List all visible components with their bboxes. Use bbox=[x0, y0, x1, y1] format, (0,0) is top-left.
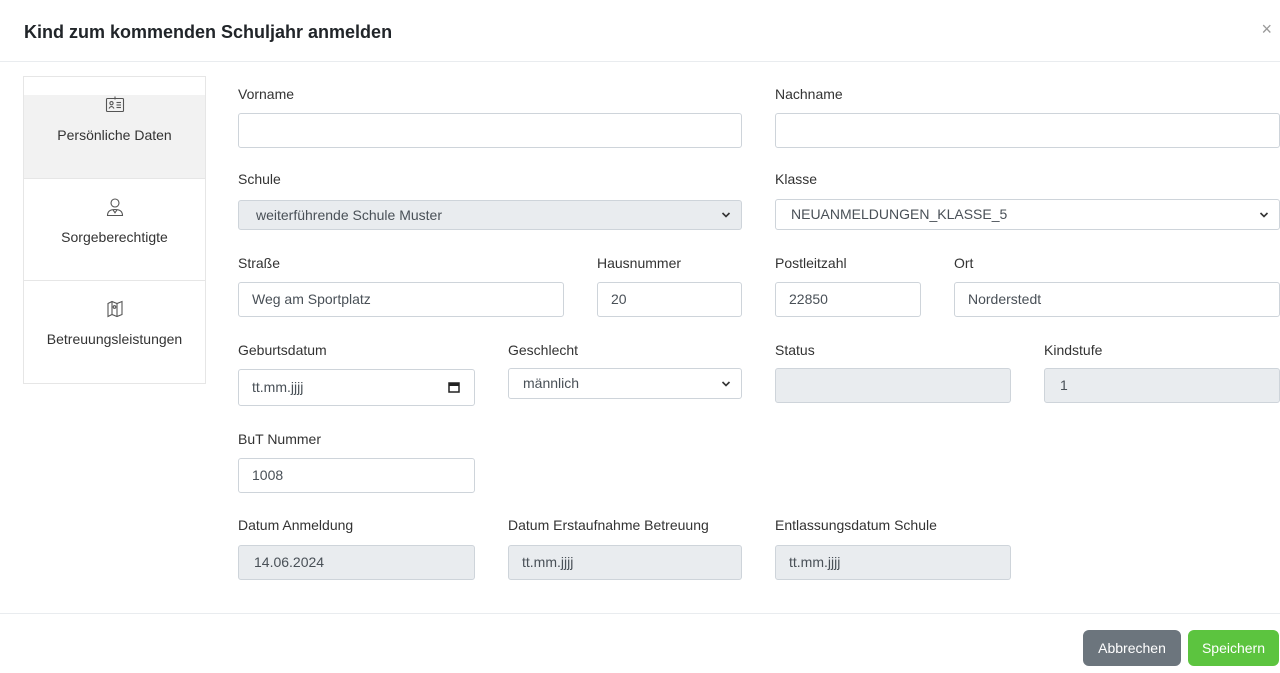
nachname-input[interactable] bbox=[775, 113, 1280, 148]
kindstufe-input: 1 bbox=[1044, 368, 1280, 403]
strasse-label: Straße bbox=[238, 255, 281, 271]
plz-label: Postleitzahl bbox=[775, 255, 847, 271]
id-card-icon bbox=[105, 96, 124, 113]
calendar-icon[interactable] bbox=[448, 381, 460, 393]
geschlecht-value: männlich bbox=[523, 375, 580, 391]
dialog-title: Kind zum kommenden Schuljahr anmelden bbox=[24, 22, 393, 42]
dialog-header: Kind zum kommenden Schuljahr anmelden × bbox=[0, 0, 1280, 62]
anmeldung-label: Datum Anmeldung bbox=[238, 517, 354, 533]
cancel-button[interactable]: Abbrechen bbox=[1083, 630, 1181, 666]
hausnummer-label: Hausnummer bbox=[597, 255, 682, 271]
person-icon bbox=[106, 198, 123, 217]
geschlecht-label: Geschlecht bbox=[508, 342, 579, 358]
vorname-label: Vorname bbox=[238, 86, 295, 102]
kindstufe-label: Kindstufe bbox=[1044, 342, 1103, 358]
plz-input[interactable]: 22850 bbox=[775, 282, 921, 317]
klasse-select[interactable]: NEUANMELDUNGEN_KLASSE_5 bbox=[775, 199, 1280, 230]
entlassung-label: Entlassungsdatum Schule bbox=[775, 517, 937, 533]
klasse-value: NEUANMELDUNGEN_KLASSE_5 bbox=[791, 206, 1008, 222]
klasse-label: Klasse bbox=[775, 171, 818, 187]
geschlecht-select[interactable]: männlich bbox=[508, 368, 742, 399]
footer-divider bbox=[0, 613, 1280, 614]
map-icon bbox=[106, 300, 123, 318]
side-nav: Persönliche Daten Sorgeberechtigte Betre… bbox=[23, 76, 206, 384]
vorname-input[interactable] bbox=[238, 113, 742, 148]
nachname-label: Nachname bbox=[775, 86, 843, 102]
geburtsdatum-input[interactable]: tt.mm.jjjj bbox=[238, 369, 475, 406]
nav-item-persoenliche-daten[interactable]: Persönliche Daten bbox=[24, 95, 205, 179]
schule-select[interactable]: weiterführende Schule Muster bbox=[238, 200, 742, 230]
erstaufnahme-label: Datum Erstaufnahme Betreuung bbox=[508, 517, 709, 533]
entlassung-input: tt.mm.jjjj bbox=[775, 545, 1011, 580]
status-input bbox=[775, 368, 1011, 403]
ort-input[interactable]: Norderstedt bbox=[954, 282, 1280, 317]
geburtsdatum-label: Geburtsdatum bbox=[238, 342, 327, 358]
nav-item-betreuungsleistungen[interactable]: Betreuungsleistungen bbox=[24, 299, 205, 383]
erstaufnahme-input: tt.mm.jjjj bbox=[508, 545, 742, 580]
but-input[interactable]: 1008 bbox=[238, 458, 475, 493]
schule-label: Schule bbox=[238, 171, 281, 187]
schule-value: weiterführende Schule Muster bbox=[256, 207, 442, 223]
chevron-down-icon bbox=[721, 212, 731, 218]
hausnummer-input[interactable]: 20 bbox=[597, 282, 742, 317]
nav-label: Sorgeberechtigte bbox=[61, 229, 168, 245]
chevron-down-icon bbox=[721, 381, 731, 387]
but-label: BuT Nummer bbox=[238, 431, 321, 447]
strasse-input[interactable]: Weg am Sportplatz bbox=[238, 282, 564, 317]
nav-label: Persönliche Daten bbox=[57, 127, 172, 143]
ort-label: Ort bbox=[954, 255, 974, 271]
close-icon[interactable]: × bbox=[1261, 20, 1272, 38]
anmeldung-input: 14.06.2024 bbox=[238, 545, 475, 580]
save-button[interactable]: Speichern bbox=[1188, 630, 1279, 666]
geburtsdatum-value: tt.mm.jjjj bbox=[252, 379, 304, 395]
nav-item-sorgeberechtigte[interactable]: Sorgeberechtigte bbox=[24, 197, 205, 281]
chevron-down-icon bbox=[1259, 212, 1269, 218]
status-label: Status bbox=[775, 342, 815, 358]
nav-label: Betreuungsleistungen bbox=[46, 331, 183, 347]
